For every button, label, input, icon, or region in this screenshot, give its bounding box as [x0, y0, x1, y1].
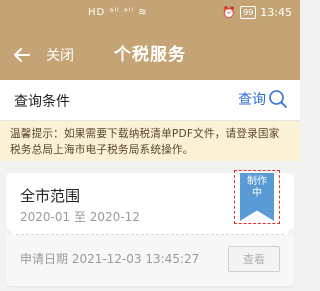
status-ribbon-line2: 中	[252, 188, 262, 199]
record-title: 全市范围	[20, 187, 81, 205]
query-button[interactable]: 查询	[238, 89, 288, 109]
search-icon	[269, 90, 287, 108]
header-bar: HD ᵃˡˡ ᵃˡˡ ≋ ⏰ 99 13:45 关闭 个税服务	[0, 0, 300, 80]
status-bar: HD ᵃˡˡ ᵃˡˡ ≋ ⏰ 99 13:45	[0, 6, 300, 22]
nav-bar: 关闭 个税服务	[0, 36, 300, 74]
apply-date: 申请日期 2021-12-03 13:45:27	[20, 252, 200, 266]
record-card: 全市范围 2020-01 至 2020-12 制作 中 申请日期 2021-12…	[0, 170, 300, 286]
notice-banner: 温馨提示：如果需要下载纳税清单PDF文件，请登录国家税务总局上海市电子税务局系统…	[0, 121, 300, 161]
alarm-icon: ⏰	[222, 6, 237, 19]
card-footer: 申请日期 2021-12-03 13:45:27 查看	[6, 235, 294, 286]
status-time: 13:45	[260, 6, 292, 19]
query-bar: 查询条件 查询	[0, 80, 300, 121]
battery-icon: 99	[240, 6, 257, 19]
record-range: 2020-01 至 2020-12	[20, 210, 140, 224]
signal-icon: HD ᵃˡˡ ᵃˡˡ ≋	[88, 7, 148, 18]
status-ribbon-line1: 制作	[247, 176, 267, 187]
query-conditions-label: 查询条件	[14, 94, 70, 110]
notice-text: 温馨提示：如果需要下载纳税清单PDF文件，请登录国家税务总局上海市电子税务局系统…	[10, 128, 280, 156]
query-button-label: 查询	[238, 92, 266, 108]
page-title: 个税服务	[114, 45, 186, 65]
view-button[interactable]: 查看	[228, 246, 280, 272]
